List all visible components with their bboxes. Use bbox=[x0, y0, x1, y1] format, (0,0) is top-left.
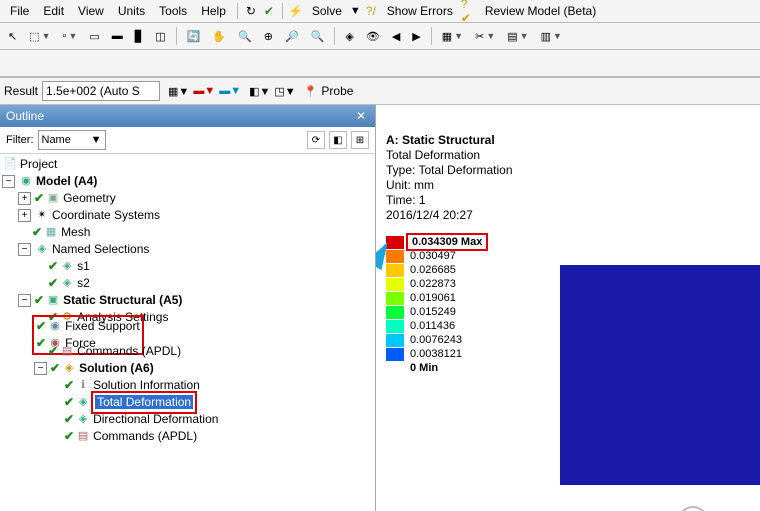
review-model-button[interactable]: Review Model (Beta) bbox=[479, 2, 602, 20]
filter-expand-icon[interactable]: ⊞ bbox=[351, 131, 369, 149]
legend-v7: 0.0076243 bbox=[410, 333, 462, 347]
outline-panel: Outline ✕ Filter: Name▼ ⟳ ◧ ⊞ 📄Project −… bbox=[0, 105, 376, 511]
result-scale-combo[interactable]: 1.5e+002 (Auto S bbox=[42, 81, 160, 101]
info-l2: Type: Total Deformation bbox=[386, 163, 513, 178]
outline-tree[interactable]: 📄Project −◉Model (A4) +✔▣Geometry +✴Coor… bbox=[0, 154, 375, 511]
legend-min: 0 Min bbox=[410, 361, 438, 375]
filter-icon1[interactable]: ⟳ bbox=[307, 131, 325, 149]
color-legend: 0.034309 Max 0.030497 0.026685 0.022873 … bbox=[386, 235, 488, 375]
magnify-icon[interactable]: 🔍 bbox=[307, 28, 329, 45]
tree-solution[interactable]: −✔◈Solution (A6) bbox=[2, 360, 373, 377]
tree-model[interactable]: −◉Model (A4) bbox=[2, 173, 373, 190]
info-title: A: Static Structural bbox=[386, 133, 513, 148]
legend-v3: 0.022873 bbox=[410, 277, 456, 291]
filter-combo[interactable]: Name▼ bbox=[38, 130, 106, 150]
edge-select-icon[interactable]: ▭ bbox=[85, 28, 103, 45]
body-select-icon[interactable]: ▊ bbox=[131, 28, 147, 45]
tree-totaldef-row[interactable]: ✔◈ Total Deformation bbox=[2, 394, 373, 411]
tree-named-sel[interactable]: −◈Named Selections bbox=[2, 241, 373, 258]
menu-bar: File Edit View Units Tools Help ↻ ✔ ⚡ So… bbox=[0, 0, 760, 23]
legend-v6: 0.011436 bbox=[410, 319, 455, 333]
legend-v5: 0.015249 bbox=[410, 305, 456, 319]
zoom-icon[interactable]: 🔎 bbox=[281, 28, 303, 45]
explode-icon[interactable]: ✂▼ bbox=[471, 28, 499, 45]
probe-icon[interactable]: 📍 bbox=[304, 85, 318, 98]
tree-mesh[interactable]: ✔▦Mesh bbox=[2, 224, 373, 241]
filter-icon2[interactable]: ◧ bbox=[329, 131, 347, 149]
rotate-icon[interactable]: 🔄 bbox=[183, 28, 205, 45]
solve-button[interactable]: Solve bbox=[306, 2, 348, 20]
tree-loads-group: ✔◉Fixed Support ✔◉Force bbox=[2, 326, 373, 343]
tree-cmds2[interactable]: ✔▤Commands (APDL) bbox=[2, 428, 373, 445]
menu-tools[interactable]: Tools bbox=[153, 2, 193, 20]
tree-s1[interactable]: ✔◈s1 bbox=[2, 258, 373, 275]
iso-view-icon[interactable]: ◈ bbox=[341, 28, 357, 45]
watermark: ☻ 技术邻 bbox=[678, 506, 754, 511]
legend-v2: 0.026685 bbox=[410, 263, 456, 277]
menu-file[interactable]: File bbox=[4, 2, 35, 20]
graphics-viewer[interactable]: A: Static Structural Total Deformation T… bbox=[376, 105, 760, 511]
result-icon1[interactable]: ▦▼ bbox=[168, 85, 189, 98]
tree-project[interactable]: 📄Project bbox=[2, 156, 373, 173]
vertex-select-icon[interactable]: ▫▼ bbox=[59, 28, 82, 44]
select-tool-icon[interactable]: ⬚▼ bbox=[25, 28, 54, 45]
info-l5: 2016/12/4 20:27 bbox=[386, 208, 513, 223]
tree-dirdef[interactable]: ✔◈Directional Deformation bbox=[2, 411, 373, 428]
view-icon[interactable]: ▤▼ bbox=[503, 28, 532, 45]
tree-cmds1[interactable]: ✔▤Commands (APDL) bbox=[2, 343, 373, 360]
tree-s2[interactable]: ✔◈s2 bbox=[2, 275, 373, 292]
display-icon[interactable]: ▥▼ bbox=[537, 28, 566, 45]
result-icon5[interactable]: ◳▼ bbox=[274, 85, 295, 98]
check-icon[interactable]: ✔ bbox=[261, 3, 277, 19]
show-errors-icon[interactable]: ?/ bbox=[363, 3, 379, 19]
zoom-fit-icon[interactable]: ⊕ bbox=[260, 28, 277, 45]
tree-coord[interactable]: +✴Coordinate Systems bbox=[2, 207, 373, 224]
cursor-tool-icon[interactable]: ↖ bbox=[4, 28, 21, 45]
next-view-icon[interactable]: ▶ bbox=[408, 28, 424, 45]
section-icon[interactable]: ▦▼ bbox=[438, 28, 467, 45]
info-l3: Unit: mm bbox=[386, 178, 513, 193]
prev-view-icon[interactable]: ◀ bbox=[388, 28, 404, 45]
show-errors-button[interactable]: Show Errors bbox=[381, 2, 459, 20]
outline-title-label: Outline bbox=[6, 109, 44, 123]
filter-label: Filter: bbox=[6, 134, 34, 146]
refresh-icon[interactable]: ↻ bbox=[243, 3, 259, 19]
look-at-icon[interactable]: 👁 bbox=[362, 28, 384, 45]
menu-edit[interactable]: Edit bbox=[37, 2, 70, 20]
legend-v4: 0.019061 bbox=[410, 291, 456, 305]
info-l4: Time: 1 bbox=[386, 193, 513, 208]
menu-help[interactable]: Help bbox=[195, 2, 232, 20]
result-label: Result bbox=[4, 84, 38, 98]
content-area: Outline ✕ Filter: Name▼ ⟳ ◧ ⊞ 📄Project −… bbox=[0, 105, 760, 511]
result-icon3[interactable]: ▬▼ bbox=[219, 85, 241, 97]
face-select-icon[interactable]: ▬ bbox=[108, 28, 127, 44]
outline-close-icon[interactable]: ✕ bbox=[353, 108, 369, 124]
toolbar-display bbox=[0, 50, 760, 77]
outline-titlebar: Outline ✕ bbox=[0, 105, 375, 127]
tree-fixed[interactable]: ✔◉Fixed Support bbox=[36, 318, 140, 335]
legend-v1: 0.030497 bbox=[410, 249, 456, 263]
review-model-icon[interactable]: ?✔ bbox=[461, 3, 477, 19]
solve-icon[interactable]: ⚡ bbox=[288, 3, 304, 19]
legend-v8: 0.0038121 bbox=[410, 347, 462, 361]
result-icon2[interactable]: ▬▼ bbox=[193, 85, 215, 97]
menu-units[interactable]: Units bbox=[112, 2, 151, 20]
tree-static[interactable]: −✔▣Static Structural (A5) bbox=[2, 292, 373, 309]
filter-row: Filter: Name▼ ⟳ ◧ ⊞ bbox=[0, 127, 375, 154]
tree-totaldef[interactable]: Total Deformation bbox=[95, 395, 193, 409]
toolbar-main: ↖ ⬚▼ ▫▼ ▭ ▬ ▊ ◫ 🔄 ✋ 🔍 ⊕ 🔎 🔍 ◈ 👁 ◀ ▶ ▦▼ ✂… bbox=[0, 23, 760, 50]
result-toolbar: Result 1.5e+002 (Auto S ▦▼ ▬▼ ▬▼ ◧▼ ◳▼ 📍… bbox=[0, 78, 760, 105]
solve-dropdown-icon[interactable]: ▼ bbox=[350, 5, 361, 17]
tree-geometry[interactable]: +✔▣Geometry bbox=[2, 190, 373, 207]
result-icon4[interactable]: ◧▼ bbox=[249, 85, 270, 98]
zoom-box-icon[interactable]: 🔍 bbox=[234, 28, 256, 45]
menu-view[interactable]: View bbox=[72, 2, 110, 20]
pan-icon[interactable]: ✋ bbox=[208, 28, 230, 45]
box-select-icon[interactable]: ◫ bbox=[151, 28, 169, 45]
probe-button[interactable]: Probe bbox=[321, 84, 353, 98]
info-l1: Total Deformation bbox=[386, 148, 513, 163]
model-geometry bbox=[560, 265, 760, 485]
result-info: A: Static Structural Total Deformation T… bbox=[386, 133, 513, 223]
watermark-icon: ☻ bbox=[678, 506, 708, 511]
